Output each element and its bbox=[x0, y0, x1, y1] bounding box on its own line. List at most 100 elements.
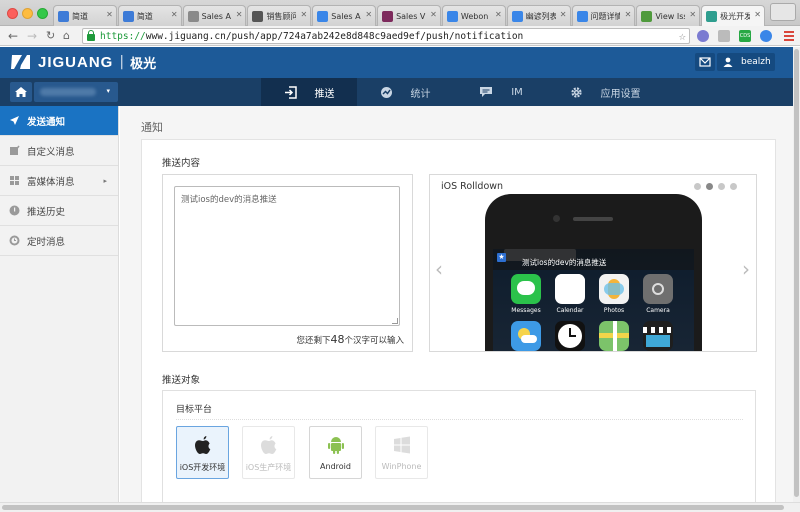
browser-tab[interactable]: 极光开发 ✕ bbox=[701, 5, 765, 26]
close-window-button[interactable] bbox=[7, 8, 18, 19]
vertical-scrollbar[interactable] bbox=[793, 47, 800, 502]
browser-tab[interactable]: Sales Ap ✕ bbox=[312, 5, 377, 26]
reload-icon[interactable]: ↻ bbox=[46, 28, 55, 44]
prev-arrow-icon[interactable]: ‹ bbox=[435, 259, 443, 279]
tab-close-icon[interactable]: ✕ bbox=[625, 10, 632, 19]
target-section-label: 推送对象 bbox=[162, 375, 201, 386]
edit-icon bbox=[9, 145, 20, 156]
tab-close-icon[interactable]: ✕ bbox=[365, 10, 372, 19]
sidebar-item-0[interactable]: 发送通知 bbox=[0, 106, 118, 136]
tab-favicon-icon bbox=[382, 10, 394, 22]
tab-close-icon[interactable]: ✕ bbox=[689, 10, 696, 19]
maximize-window-button[interactable] bbox=[37, 8, 48, 19]
carousel-dot[interactable] bbox=[730, 183, 737, 190]
tab-close-icon[interactable]: ✕ bbox=[754, 10, 761, 19]
nav-tab-0[interactable]: 推送 bbox=[261, 78, 357, 106]
extension-icon[interactable] bbox=[760, 30, 772, 42]
chart-icon bbox=[380, 86, 402, 99]
tab-close-icon[interactable]: ✕ bbox=[560, 10, 567, 19]
next-arrow-icon[interactable]: › bbox=[742, 259, 750, 279]
main-content: 通知 推送内容 测试ios的dev的消息推送 您还剩下48个汉字可以输入 iOS… bbox=[120, 106, 793, 510]
tab-close-icon[interactable]: ✕ bbox=[495, 10, 502, 19]
url-input[interactable]: https://www.jiguang.cn/push/app/724a7ab2… bbox=[82, 28, 690, 44]
logo-chinese: 极光 bbox=[130, 56, 157, 72]
tab-label: 销售顾问 bbox=[266, 11, 297, 21]
tab-close-icon[interactable]: ✕ bbox=[236, 10, 243, 19]
forward-button[interactable]: → bbox=[27, 28, 37, 44]
sidebar-item-4[interactable]: 定时消息 bbox=[0, 226, 118, 256]
notification-banner: ★ 测试ios的dev的消息推送 bbox=[493, 249, 694, 270]
platform-option-0[interactable]: iOS开发环境 bbox=[176, 426, 229, 479]
browser-tab[interactable]: 简道 ✕ bbox=[53, 5, 117, 26]
minimize-window-button[interactable] bbox=[22, 8, 33, 19]
platform-option-3[interactable]: WinPhone bbox=[375, 426, 428, 479]
sidebar-item-3[interactable]: 推送历史 bbox=[0, 196, 118, 226]
tab-close-icon[interactable]: ✕ bbox=[430, 10, 437, 19]
tab-close-icon[interactable]: ✕ bbox=[301, 10, 308, 19]
carousel-dot[interactable] bbox=[706, 183, 713, 190]
notification-text: 测试ios的dev的消息推送 bbox=[522, 258, 607, 267]
app-selector[interactable]: ▾ bbox=[34, 82, 118, 102]
tab-favicon-icon bbox=[446, 10, 458, 22]
tab-label: 问题详情 bbox=[590, 11, 621, 21]
extension-icon[interactable] bbox=[718, 30, 730, 42]
message-textarea[interactable]: 测试ios的dev的消息推送 bbox=[174, 186, 400, 326]
carousel-dot[interactable] bbox=[694, 183, 701, 190]
sidebar-item-2[interactable]: 富媒体消息 ▸ bbox=[0, 166, 118, 196]
jiguang-logo-icon bbox=[11, 55, 30, 69]
browser-tab[interactable]: Sales Ap ✕ bbox=[182, 5, 247, 26]
platform-label: WinPhone bbox=[381, 462, 422, 471]
cds-extension-icon[interactable]: CDS bbox=[739, 30, 751, 42]
logo[interactable]: JIGUANG | 极光 bbox=[10, 52, 156, 72]
tab-favicon-icon bbox=[706, 10, 718, 22]
vertical-scroll-thumb[interactable] bbox=[794, 49, 799, 497]
browser-tab[interactable]: 幽谚列表 ✕ bbox=[506, 5, 571, 26]
carousel-dot[interactable] bbox=[718, 183, 725, 190]
browser-tab-bar: 简道✕简道✕Sales Ap✕销售顾问✕Sales Ap✕Sales Vi✕We… bbox=[0, 0, 800, 26]
profile-button[interactable] bbox=[770, 3, 796, 21]
extension-icon[interactable] bbox=[697, 30, 709, 42]
app-icon bbox=[555, 274, 585, 304]
user-menu-button[interactable]: bealzh bbox=[717, 53, 775, 71]
platform-option-2[interactable]: Android bbox=[309, 426, 362, 479]
carousel-dots bbox=[689, 183, 737, 190]
browser-tab[interactable]: Sales Vi ✕ bbox=[377, 5, 441, 26]
nav-tab-3[interactable]: 应用设置 bbox=[549, 78, 661, 106]
browser-tab[interactable]: 简道 ✕ bbox=[117, 5, 182, 26]
sidebar-item-label: 发送通知 bbox=[27, 116, 66, 128]
home-button[interactable] bbox=[10, 82, 32, 102]
app-name-redacted bbox=[40, 88, 96, 96]
app-name: Messages bbox=[511, 307, 541, 314]
browser-tab[interactable]: View Iss ✕ bbox=[636, 5, 701, 26]
menu-icon[interactable] bbox=[784, 31, 794, 41]
resize-handle-icon[interactable] bbox=[392, 318, 398, 324]
back-button[interactable]: ← bbox=[8, 28, 18, 44]
app-icon bbox=[555, 321, 585, 351]
bookmark-star-icon[interactable]: ☆ bbox=[679, 29, 686, 43]
browser-tab[interactable]: 问题详情 ✕ bbox=[571, 5, 636, 26]
content-section-label: 推送内容 bbox=[162, 158, 201, 169]
nav-tab-2[interactable]: IM bbox=[453, 78, 549, 106]
platform-option-1[interactable]: iOS生产环境 bbox=[242, 426, 295, 479]
horizontal-scrollbar[interactable] bbox=[0, 502, 800, 512]
browser-tab[interactable]: Webon ✕ bbox=[441, 5, 506, 26]
tab-label: 幽谚列表 bbox=[525, 11, 556, 21]
android-icon bbox=[310, 427, 361, 457]
app-icon bbox=[511, 274, 541, 304]
user-icon bbox=[723, 57, 733, 67]
sidebar-item-label: 富媒体消息 bbox=[27, 176, 75, 188]
horizontal-scroll-thumb[interactable] bbox=[2, 505, 784, 510]
tab-close-icon[interactable]: ✕ bbox=[171, 10, 178, 19]
apple-icon bbox=[177, 427, 228, 457]
mail-button[interactable] bbox=[695, 53, 715, 71]
nav-tab-1[interactable]: 统计 bbox=[357, 78, 453, 106]
tab-close-icon[interactable]: ✕ bbox=[106, 10, 113, 19]
send-icon bbox=[9, 115, 20, 126]
platform-label: 目标平台 bbox=[176, 405, 213, 415]
sidebar-item-1[interactable]: 自定义消息 bbox=[0, 136, 118, 166]
browser-tab[interactable]: 销售顾问 ✕ bbox=[247, 5, 312, 26]
home-icon[interactable]: ⌂ bbox=[63, 28, 70, 44]
nav-tab-label: 应用设置 bbox=[600, 88, 641, 100]
sidebar: 发送通知自定义消息 富媒体消息 ▸ 推送历史 定时消息 bbox=[0, 106, 119, 502]
mail-icon bbox=[699, 57, 711, 67]
